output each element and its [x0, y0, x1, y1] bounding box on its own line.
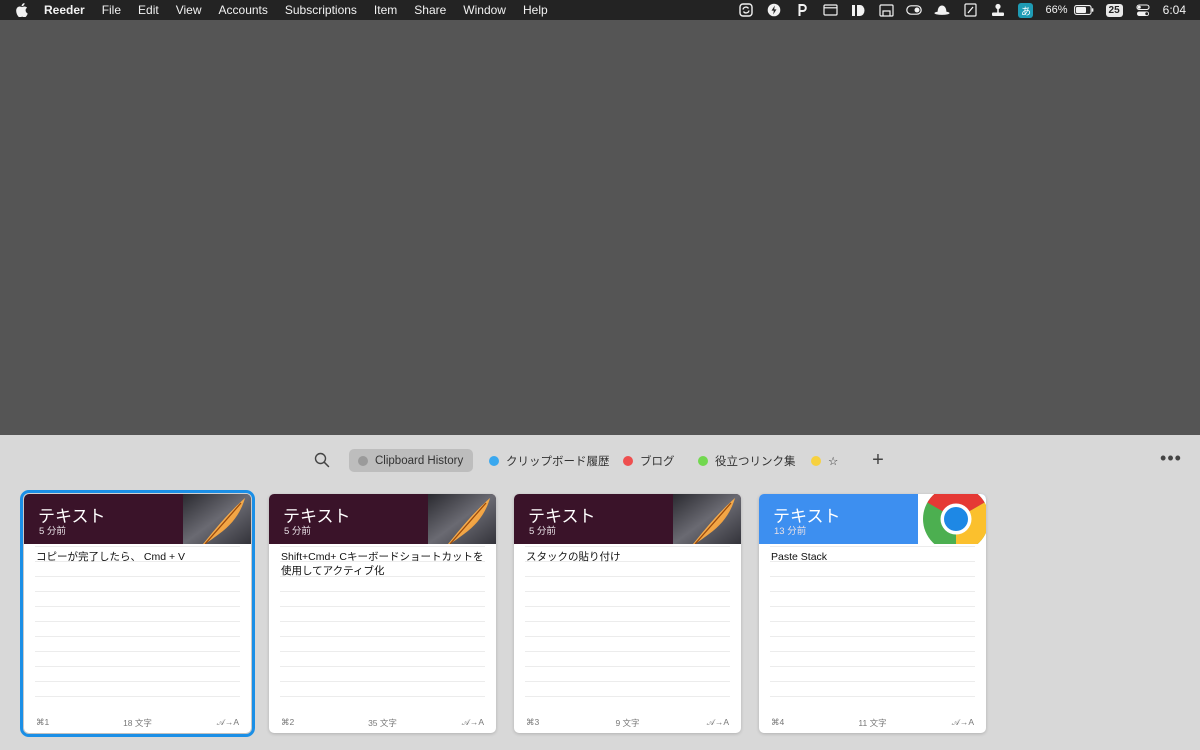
menu-view[interactable]: View	[176, 0, 202, 20]
tab-clipboard-rireki[interactable]: クリップボード履歴	[489, 449, 610, 472]
desktop-background	[0, 20, 1200, 435]
screen-share-icon[interactable]	[878, 3, 894, 17]
card-footer: ⌘4 11 文字 𝒜→A	[759, 711, 986, 733]
menu-window[interactable]: Window	[463, 0, 506, 20]
tab-label: ☆	[828, 455, 839, 468]
clip-card[interactable]: テキスト 5 分前 コピーが完了したら、 Cmd + V ⌘1 18 文字 𝒜→…	[20, 490, 255, 737]
tab-clipboard-history[interactable]: Clipboard History	[349, 449, 474, 472]
calendar-date-badge[interactable]: 25	[1105, 3, 1123, 17]
tab-blog[interactable]: ブログ	[623, 449, 675, 472]
sync-icon[interactable]	[738, 3, 754, 17]
tab-label: 役立つリンク集	[715, 455, 796, 468]
toggle-icon[interactable]	[906, 3, 923, 17]
card-line-margin	[514, 544, 525, 709]
card-time: 5 分前	[39, 526, 66, 537]
clip-card[interactable]: テキスト 5 分前 Shift+Cmd+ Cキーボードショートカットを使用してア…	[269, 494, 496, 733]
card-content-text: Paste Stack	[771, 551, 828, 563]
card-line-margin	[485, 544, 496, 709]
card-line-margin	[24, 544, 35, 709]
card-body: スタックの貼り付け	[514, 544, 741, 709]
menu-app-name[interactable]: Reeder	[44, 0, 85, 20]
card-body: Paste Stack	[759, 544, 986, 709]
tab-color-dot	[623, 455, 633, 466]
more-options-button[interactable]: •••	[1160, 449, 1182, 469]
p-icon[interactable]	[794, 3, 810, 17]
tab-label: ブログ	[640, 455, 675, 468]
tab-color-dot	[698, 455, 708, 466]
add-pinboard-button[interactable]: +	[868, 449, 888, 471]
menu-accounts[interactable]: Accounts	[219, 0, 268, 20]
tab-color-dot	[358, 455, 368, 466]
card-footer: ⌘2 35 文字 𝒜→A	[269, 711, 496, 733]
menu-edit[interactable]: Edit	[138, 0, 159, 20]
chrome-icon	[918, 494, 986, 544]
card-body: コピーが完了したら、 Cmd + V	[24, 544, 251, 709]
menu-item[interactable]: Item	[374, 0, 397, 20]
quill-icon	[428, 494, 496, 544]
paste-plain-text-button[interactable]: 𝒜→A	[952, 717, 974, 728]
clip-card[interactable]: テキスト 13 分前 Paste Stack ⌘4 11 文字 𝒜→A	[759, 494, 986, 733]
menu-file[interactable]: File	[102, 0, 121, 20]
window-icon[interactable]	[822, 3, 838, 17]
hat-icon[interactable]	[934, 3, 951, 17]
quill-icon	[673, 494, 741, 544]
notes-icon[interactable]	[962, 3, 978, 17]
paste-plain-text-button[interactable]: 𝒜→A	[462, 717, 484, 728]
menu-help[interactable]: Help	[523, 0, 548, 20]
card-footer: ⌘3 9 文字 𝒜→A	[514, 711, 741, 733]
joystick-icon[interactable]	[990, 3, 1006, 17]
input-method-badge[interactable]: あ	[1018, 2, 1034, 18]
tab-color-dot	[489, 455, 499, 466]
quill-icon	[183, 494, 251, 544]
status-area: あ 66% 25 6:04	[738, 0, 1186, 20]
id-icon[interactable]	[850, 3, 866, 17]
battery-icon[interactable]	[1073, 3, 1094, 17]
menu-clock[interactable]: 6:04	[1163, 3, 1186, 17]
card-time: 5 分前	[529, 526, 556, 537]
tab-label: クリップボード履歴	[506, 455, 610, 468]
card-header: テキスト 5 分前	[514, 494, 741, 544]
card-header: テキスト 5 分前	[24, 494, 251, 544]
menu-bar: Reeder File Edit View Accounts Subscript…	[0, 0, 1200, 20]
bolt-icon[interactable]	[766, 3, 782, 17]
search-icon[interactable]	[313, 451, 331, 469]
tab-color-dot	[811, 455, 821, 466]
card-header: テキスト 5 分前	[269, 494, 496, 544]
paste-plain-text-button[interactable]: 𝒜→A	[217, 717, 239, 728]
paste-plain-text-button[interactable]: 𝒜→A	[707, 717, 729, 728]
card-line-margin	[975, 544, 986, 709]
card-time: 13 分前	[774, 526, 807, 537]
card-header: テキスト 13 分前	[759, 494, 986, 544]
apple-menu-icon[interactable]	[16, 3, 30, 17]
clipboard-panel: Clipboard History クリップボード履歴 ブログ 役立つリンク集 …	[0, 435, 1200, 750]
card-footer: ⌘1 18 文字 𝒜→A	[24, 711, 251, 733]
tab-label: Clipboard History	[375, 454, 464, 467]
pinboard-toolbar: Clipboard History クリップボード履歴 ブログ 役立つリンク集 …	[0, 447, 1200, 473]
card-line-margin	[730, 544, 741, 709]
card-line-margin	[240, 544, 251, 709]
tab-favorites[interactable]: ☆	[811, 449, 838, 472]
card-time: 5 分前	[284, 526, 311, 537]
card-line-margin	[759, 544, 770, 709]
battery-percent[interactable]: 66%	[1045, 4, 1067, 16]
menu-subscriptions[interactable]: Subscriptions	[285, 0, 357, 20]
clip-card[interactable]: テキスト 5 分前 スタックの貼り付け ⌘3 9 文字 𝒜→A	[514, 494, 741, 733]
card-content-text: スタックの貼り付け	[526, 551, 621, 563]
card-line-margin	[269, 544, 280, 709]
card-body: Shift+Cmd+ Cキーボードショートカットを使用してアクティブ化	[269, 544, 496, 709]
tab-useful-links[interactable]: 役立つリンク集	[698, 449, 796, 472]
card-content-text: コピーが完了したら、 Cmd + V	[36, 551, 186, 563]
card-content-text: Shift+Cmd+ Cキーボードショートカットを使用してアクティブ化	[281, 551, 484, 577]
menu-share[interactable]: Share	[414, 0, 446, 20]
control-center-icon[interactable]	[1135, 3, 1151, 17]
